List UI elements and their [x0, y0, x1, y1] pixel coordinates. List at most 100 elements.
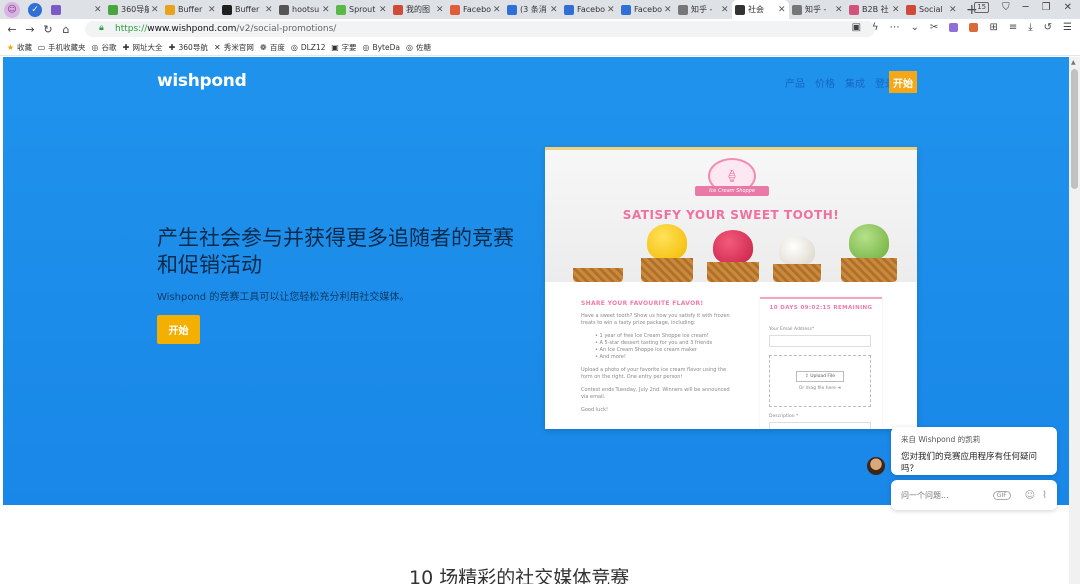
shirt-icon[interactable]: ⛉: [1002, 2, 1010, 13]
translate-icon[interactable]: ▣: [852, 22, 861, 33]
tab-close-icon[interactable]: ✕: [778, 5, 786, 15]
tab-close-icon[interactable]: ✕: [322, 5, 330, 15]
tab-close-icon[interactable]: ✕: [550, 5, 558, 15]
description-label: Description *: [769, 414, 799, 419]
forward-arrow-icon[interactable]: →: [21, 23, 39, 36]
wishpond-logo[interactable]: wishpond: [157, 71, 247, 91]
browser-tab[interactable]: 360导航 ✕: [105, 0, 162, 19]
tab-close-icon[interactable]: ✕: [607, 5, 615, 15]
bookmark-label: 谷歌: [101, 42, 117, 52]
browser-tab[interactable]: (3 条消 ✕: [504, 0, 561, 19]
tab-close-icon[interactable]: ✕: [721, 5, 729, 15]
scissors-icon[interactable]: ✂: [930, 22, 938, 33]
minimize-icon[interactable]: ─: [1023, 2, 1029, 13]
prize-list: • 1 year of free Ice Cream Shoppe ice cr…: [581, 333, 731, 361]
tab-close-icon[interactable]: ✕: [493, 5, 501, 15]
preview-entry-form: 10 DAYS 09:02:15 REMAINING Your Email Ad…: [760, 297, 882, 429]
restore-icon[interactable]: ❐: [1042, 2, 1051, 13]
bookmark-icon: ◎: [405, 42, 413, 52]
grid-apps-icon[interactable]: ⊞: [989, 22, 997, 33]
bookmark-item[interactable]: ◎ ByteDa: [361, 43, 400, 52]
browser-tab[interactable]: Social ✕: [903, 0, 960, 19]
bookmark-item[interactable]: ✕ 秀米官网: [213, 42, 254, 53]
browser-tab[interactable]: 知乎 - ✕: [675, 0, 732, 19]
lightning-icon[interactable]: ϟ: [872, 22, 879, 33]
bookmark-item[interactable]: ✚ 网址大全: [122, 42, 163, 53]
browser-tab[interactable]: Facebo ✕: [447, 0, 504, 19]
bookmark-item[interactable]: ★ 收藏: [6, 42, 32, 53]
browser-tab[interactable]: Facebo ✕: [561, 0, 618, 19]
prize-item: • 1 year of free Ice Cream Shoppe ice cr…: [595, 333, 709, 339]
browser-tab[interactable]: B2B 社 ✕: [846, 0, 903, 19]
browser-tab[interactable]: 社会 ✕: [732, 0, 789, 19]
nav-integrations[interactable]: 集成: [845, 75, 865, 90]
browser-tab[interactable]: Sprout ✕: [333, 0, 390, 19]
emoji-icon[interactable]: ☺: [1025, 490, 1035, 501]
tab-close-icon[interactable]: ✕: [436, 5, 444, 15]
gif-button[interactable]: GIF: [992, 490, 1011, 500]
tab-close-icon[interactable]: ✕: [949, 5, 957, 15]
menu-icon[interactable]: ≡: [1009, 22, 1017, 33]
tab-close-icon[interactable]: ✕: [835, 5, 843, 15]
bookmark-item[interactable]: ◎ DLZ12: [290, 43, 326, 52]
chat-message-bubble[interactable]: 来自 Wishpond 的凯莉 您对我们的竞赛应用程序有任何疑问吗？: [891, 427, 1057, 475]
tab-title: Buffer: [235, 5, 260, 14]
drag-hint: Or drag file here ➜: [798, 386, 842, 391]
tab-close-icon[interactable]: ✕: [151, 5, 159, 15]
extension-purple-icon[interactable]: [949, 23, 959, 32]
scrollbar-thumb[interactable]: [1071, 69, 1078, 189]
url-bar[interactable]: 🔒︎ https://www.wishpond.com/v2/social-pr…: [85, 21, 875, 37]
nav-products[interactable]: 产品: [785, 75, 805, 90]
more-dots-icon[interactable]: ⋯: [890, 22, 900, 33]
undo-icon[interactable]: ↺: [1044, 22, 1052, 33]
ice-cream-cone: [773, 236, 821, 282]
tab-close-icon[interactable]: ✕: [265, 5, 273, 15]
hero-start-button[interactable]: 开始: [157, 315, 200, 344]
url-text[interactable]: https://www.wishpond.com/v2/social-promo…: [115, 24, 336, 34]
bookmark-item[interactable]: ◎ 佐糖: [405, 42, 431, 53]
tab-close-icon[interactable]: ✕: [664, 5, 672, 15]
nav-start-button[interactable]: 开始: [889, 71, 917, 93]
bookmark-item[interactable]: ✚ 360导航: [168, 42, 208, 53]
tab-title: 知乎 -: [805, 5, 827, 14]
scroll-up-arrow-icon[interactable]: ▲: [1071, 59, 1076, 66]
bookmark-icon: ✚: [168, 42, 176, 52]
chevron-down-icon[interactable]: ⌄: [911, 22, 919, 33]
back-arrow-icon[interactable]: ←: [3, 23, 21, 36]
profile-avatar-icon[interactable]: ☺: [4, 1, 20, 18]
bookmark-item[interactable]: ◎ 谷歌: [91, 42, 117, 53]
chat-input-placeholder[interactable]: 问一个问题...: [901, 490, 993, 501]
tab-count-badge[interactable]: 15: [974, 2, 990, 13]
hamburger-icon[interactable]: ☰: [1063, 22, 1072, 33]
browser-tab[interactable]: Buffer ✕: [162, 0, 219, 19]
secure-lock-icon[interactable]: 🔒︎: [99, 23, 111, 35]
home-icon[interactable]: ⌂: [57, 23, 75, 36]
attachment-icon[interactable]: ⌇: [1042, 490, 1047, 501]
chat-input-box[interactable]: 问一个问题... GIF ☺ ⌇: [891, 480, 1057, 510]
tab-close-icon[interactable]: ✕: [892, 5, 900, 15]
download-icon[interactable]: ⤓: [1028, 22, 1032, 33]
tab-close-icon[interactable]: ✕: [208, 5, 216, 15]
shield-icon[interactable]: ✓: [28, 2, 42, 17]
browser-tab[interactable]: Facebo ✕: [618, 0, 675, 19]
bookmark-item[interactable]: ▣ 字要: [330, 42, 356, 53]
chat-agent-avatar[interactable]: [867, 457, 885, 475]
tab-title: Facebo: [577, 5, 605, 14]
page-scrollbar[interactable]: ▲: [1069, 57, 1080, 584]
bookmark-item[interactable]: ▭ 手机收藏夹: [37, 42, 86, 53]
tab-close-icon[interactable]: ✕: [379, 5, 387, 15]
nav-pricing[interactable]: 价格: [815, 75, 835, 90]
extension-orange-icon[interactable]: [969, 23, 979, 32]
browser-tab[interactable]: 知乎 - ✕: [789, 0, 846, 19]
browser-tab[interactable]: hootsu ✕: [276, 0, 333, 19]
close-window-icon[interactable]: ✕: [1064, 2, 1072, 13]
browser-tab[interactable]: Buffer ✕: [219, 0, 276, 19]
bookmark-item[interactable]: ❁ 百度: [259, 42, 285, 53]
tab-title: Facebo: [463, 5, 491, 14]
reload-icon[interactable]: ↻: [39, 23, 57, 36]
browser-tab[interactable]: 我的图 ✕: [390, 0, 447, 19]
tab-close-icon[interactable]: ✕: [94, 5, 102, 15]
browser-tab[interactable]: ✕: [48, 0, 105, 19]
tab-favicon-icon: [336, 4, 346, 15]
address-toolbar: ← → ↻ ⌂ 🔒︎ https://www.wishpond.com/v2/s…: [0, 19, 1080, 39]
